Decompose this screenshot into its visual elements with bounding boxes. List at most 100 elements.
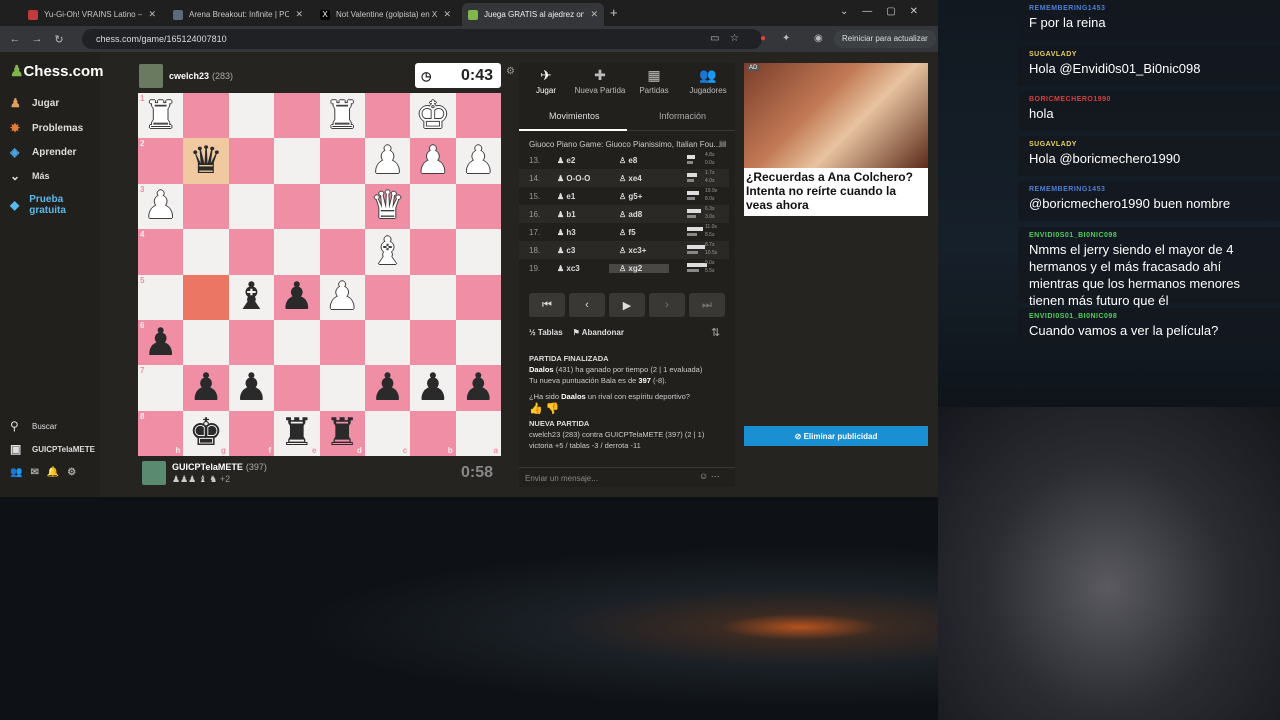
bookmark-star-icon[interactable]: ☆ bbox=[730, 33, 739, 44]
extensions-puzzle-icon[interactable]: ✦ bbox=[782, 33, 790, 44]
close-tab-icon[interactable]: ✕ bbox=[590, 9, 598, 20]
board-square[interactable]: 5 bbox=[138, 274, 184, 320]
chess-piece[interactable]: ♛ bbox=[189, 142, 223, 180]
board-square[interactable]: ♟ 6 bbox=[138, 319, 184, 366]
board-square[interactable]: ♚ bbox=[410, 93, 456, 139]
board-square[interactable] bbox=[455, 274, 501, 320]
board-square[interactable]: ♟ bbox=[274, 274, 320, 320]
white-move[interactable]: ♟ e1 bbox=[547, 192, 609, 201]
board-square[interactable]: ♟ bbox=[410, 138, 456, 184]
board-square[interactable] bbox=[455, 183, 501, 230]
board-square[interactable] bbox=[228, 138, 275, 184]
chess-piece[interactable]: ♜ bbox=[325, 414, 359, 452]
chess-piece[interactable]: ♟ bbox=[189, 369, 223, 407]
emoji-icon[interactable]: ☺ ⋯ bbox=[699, 471, 720, 482]
board-square[interactable] bbox=[274, 138, 320, 184]
board-square[interactable]: ♜ 1 bbox=[138, 93, 184, 139]
board-square[interactable] bbox=[364, 319, 411, 366]
board-square[interactable] bbox=[319, 365, 365, 411]
board-square[interactable]: ♟ bbox=[364, 365, 411, 411]
tab-players[interactable]: 👥 Jugadores bbox=[681, 67, 735, 95]
chess-piece[interactable]: ♟ bbox=[416, 369, 450, 407]
tab-new-game[interactable]: ✚ Nueva Partida bbox=[573, 67, 627, 95]
white-move[interactable]: ♟ h3 bbox=[547, 228, 609, 237]
black-move[interactable]: ♙ g5+ bbox=[609, 192, 669, 201]
ad-headline[interactable]: ¿Recuerdas a Ana Colchero? Intenta no re… bbox=[746, 170, 926, 212]
board-square[interactable]: ♜ e bbox=[274, 410, 320, 456]
board-square[interactable] bbox=[319, 319, 365, 366]
black-move[interactable]: ♙ e8 bbox=[609, 156, 669, 165]
board-square[interactable] bbox=[364, 274, 411, 320]
player-name[interactable]: GUICPTelaMETE bbox=[172, 462, 243, 472]
chess-piece[interactable]: ♟ bbox=[371, 142, 405, 180]
board-square[interactable]: ♝ bbox=[364, 229, 411, 275]
ad-image[interactable] bbox=[744, 63, 928, 168]
friends-icon[interactable]: 👥 bbox=[10, 467, 30, 478]
last-move-button[interactable]: ⏭ bbox=[689, 293, 725, 317]
tab-arena-breakout[interactable]: Arena Breakout: Infinite | PC | A✕ bbox=[167, 3, 309, 26]
board-square[interactable] bbox=[183, 319, 229, 366]
new-tab-button[interactable]: + bbox=[610, 5, 618, 20]
cast-icon[interactable]: ▭ bbox=[710, 33, 719, 44]
sidebar-search[interactable]: ⚲ Buscar bbox=[10, 419, 57, 433]
board-square[interactable] bbox=[274, 229, 320, 275]
board-square[interactable]: b bbox=[410, 410, 456, 456]
chess-board[interactable]: ♜ 1 ♜ ♚ 2 ♛ ♟ ♟ ♟ ♟ 3 ♛ 4 ♝ 5 ♝ ♟ ♟ ♟ 6 7 ♟ ♟ ♟ ♟ ♟ 8 h ♚ g f ♜ e ♜ d c b a bbox=[138, 93, 501, 456]
chess-piece[interactable]: ♜ bbox=[280, 414, 314, 452]
chess-piece[interactable]: ♟ bbox=[234, 369, 268, 407]
sidebar-item-puzzles[interactable]: ✸ Problemas bbox=[10, 121, 83, 135]
board-square[interactable] bbox=[228, 229, 275, 275]
board-square[interactable]: ♜ d bbox=[319, 410, 365, 456]
draw-button[interactable]: ½ Tablas bbox=[529, 328, 563, 337]
board-square[interactable]: ♛ bbox=[364, 183, 411, 230]
board-square[interactable] bbox=[410, 183, 456, 230]
board-square[interactable]: ♟ bbox=[410, 365, 456, 411]
resign-button[interactable]: ⚑ Abandonar bbox=[573, 328, 624, 337]
tab-moves[interactable]: Movimientos bbox=[549, 111, 600, 121]
url-field[interactable]: chess.com/game/165124007810 bbox=[82, 29, 762, 49]
board-square[interactable] bbox=[410, 274, 456, 320]
black-move[interactable]: ♙ xc3+ bbox=[609, 246, 669, 255]
back-icon[interactable]: ← bbox=[4, 33, 26, 45]
tab-x-post[interactable]: X Not Valentine (golpista) en X: " ✕ bbox=[314, 3, 457, 26]
board-square[interactable] bbox=[410, 229, 456, 275]
board-square[interactable]: ♟ bbox=[183, 365, 229, 411]
chess-piece[interactable]: ♛ bbox=[371, 187, 405, 225]
board-square[interactable] bbox=[455, 93, 501, 139]
board-square[interactable]: ♟ 3 bbox=[138, 183, 184, 230]
board-square[interactable] bbox=[455, 229, 501, 275]
profile-avatar-icon[interactable]: ◉ bbox=[814, 33, 823, 44]
tab-play[interactable]: ✈ Jugar bbox=[519, 67, 573, 95]
advertisement[interactable]: AD ¿Recuerdas a Ana Colchero? Intenta no… bbox=[744, 63, 928, 216]
sidebar-user[interactable]: ▣ GUICPTelaMETE bbox=[10, 442, 95, 456]
chess-piece[interactable]: ♟ bbox=[144, 187, 178, 225]
board-square[interactable]: ♟ bbox=[364, 138, 411, 184]
board-square[interactable] bbox=[455, 319, 501, 366]
chess-logo[interactable]: ♟Chess.com bbox=[10, 62, 104, 80]
thumbs-up-icon[interactable]: 👍 bbox=[529, 403, 543, 415]
board-square[interactable] bbox=[183, 183, 229, 230]
chess-piece[interactable]: ♟ bbox=[371, 369, 405, 407]
thumbs-down-icon[interactable]: 👎 bbox=[546, 403, 560, 415]
board-square[interactable] bbox=[274, 365, 320, 411]
board-square[interactable]: ♝ bbox=[228, 274, 275, 320]
board-square[interactable] bbox=[274, 183, 320, 230]
maximize-icon[interactable]: ▢ bbox=[886, 6, 895, 17]
sidebar-item-play[interactable]: ♟ Jugar bbox=[10, 96, 59, 110]
chess-piece[interactable]: ♝ bbox=[234, 278, 268, 316]
board-square[interactable]: ♟ bbox=[228, 365, 275, 411]
board-square[interactable]: ♟ bbox=[455, 365, 501, 411]
board-square[interactable]: 4 bbox=[138, 229, 184, 275]
white-move[interactable]: ♟ c3 bbox=[547, 246, 609, 255]
book-icon[interactable]: ▤ bbox=[719, 139, 727, 148]
avatar[interactable] bbox=[139, 64, 163, 88]
black-move[interactable]: ♙ xe4 bbox=[609, 174, 669, 183]
board-square[interactable] bbox=[228, 183, 275, 230]
chess-piece[interactable]: ♜ bbox=[325, 97, 359, 135]
black-move[interactable]: ♙ xg2 bbox=[609, 263, 669, 273]
prev-move-button[interactable]: ‹ bbox=[569, 293, 605, 317]
settings-gear-icon[interactable]: ⚙ bbox=[67, 467, 84, 478]
white-move[interactable]: ♟ b1 bbox=[547, 210, 609, 219]
sidebar-item-free-trial[interactable]: ◆ Prueba gratuita bbox=[10, 194, 90, 216]
chess-piece[interactable]: ♟ bbox=[461, 142, 495, 180]
